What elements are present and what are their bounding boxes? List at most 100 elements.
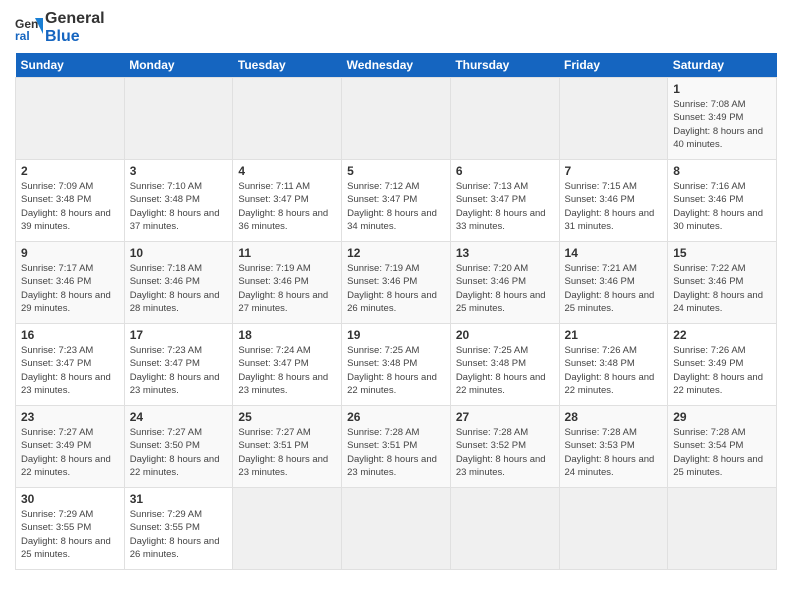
calendar-cell [668,488,777,570]
col-sunday: Sunday [16,53,125,78]
calendar-cell: 18 Sunrise: 7:24 AMSunset: 3:47 PMDayligh… [233,324,342,406]
day-number: 5 [347,164,445,178]
calendar-cell [342,78,451,160]
calendar-cell: 28Sunrise: 7:28 AMSunset: 3:53 PMDayligh… [559,406,668,488]
calendar-cell: 21 Sunrise: 7:26 AMSunset: 3:48 PMDayligh… [559,324,668,406]
day-number: 23 [21,410,119,424]
main-container: Gene ral General Blue Sunday Monday [0,0,792,575]
day-info: Sunrise: 7:28 AMSunset: 3:51 PMDaylight:… [347,426,445,479]
calendar-cell: 13 Sunrise: 7:20 AMSunset: 3:46 PMDayligh… [450,242,559,324]
calendar-cell [233,78,342,160]
calendar-week-2: 2Sunrise: 7:09 AMSunset: 3:48 PMDaylight… [16,160,777,242]
day-info: Sunrise: 7:18 AMSunset: 3:46 PMDaylight:… [130,262,228,315]
calendar-cell: 7 Sunrise: 7:15 AMSunset: 3:46 PMDaylight… [559,160,668,242]
calendar-cell: 20 Sunrise: 7:25 AMSunset: 3:48 PMDayligh… [450,324,559,406]
day-info: Sunrise: 7:19 AMSunset: 3:46 PMDaylight:… [347,262,445,315]
day-number: 18 [238,328,336,342]
day-info: Sunrise: 7:12 AMSunset: 3:47 PMDaylight:… [347,180,445,233]
col-tuesday: Tuesday [233,53,342,78]
calendar-cell: 24Sunrise: 7:27 AMSunset: 3:50 PMDayligh… [124,406,233,488]
day-number: 11 [238,246,336,260]
calendar-week-4: 16 Sunrise: 7:23 AMSunset: 3:47 PMDayligh… [16,324,777,406]
day-number: 4 [238,164,336,178]
day-info: Sunrise: 7:15 AMSunset: 3:46 PMDaylight:… [565,180,663,233]
col-wednesday: Wednesday [342,53,451,78]
day-number: 12 [347,246,445,260]
day-info: Sunrise: 7:28 AMSunset: 3:53 PMDaylight:… [565,426,663,479]
day-info: Sunrise: 7:13 AMSunset: 3:47 PMDaylight:… [456,180,554,233]
calendar-cell [559,488,668,570]
calendar-cell: 1Sunrise: 7:08 AMSunset: 3:49 PMDaylight… [668,78,777,160]
day-number: 13 [456,246,554,260]
calendar-cell: 27 Sunrise: 7:28 AMSunset: 3:52 PMDayligh… [450,406,559,488]
day-number: 26 [347,410,445,424]
day-info: Sunrise: 7:24 AMSunset: 3:47 PMDaylight:… [238,344,336,397]
day-number: 27 [456,410,554,424]
calendar-cell: 22Sunrise: 7:26 AMSunset: 3:49 PMDayligh… [668,324,777,406]
day-info: Sunrise: 7:23 AMSunset: 3:47 PMDaylight:… [130,344,228,397]
day-info: Sunrise: 7:28 AMSunset: 3:52 PMDaylight:… [456,426,554,479]
logo-blue: Blue [45,28,80,45]
calendar-cell: 10 Sunrise: 7:18 AMSunset: 3:46 PMDayligh… [124,242,233,324]
calendar-cell: 16 Sunrise: 7:23 AMSunset: 3:47 PMDayligh… [16,324,125,406]
day-number: 10 [130,246,228,260]
day-number: 31 [130,492,228,506]
day-number: 20 [456,328,554,342]
day-info: Sunrise: 7:16 AMSunset: 3:46 PMDaylight:… [673,180,771,233]
calendar-week-6: 30 Sunrise: 7:29 AMSunset: 3:55 PMDayligh… [16,488,777,570]
day-info: Sunrise: 7:29 AMSunset: 3:55 PMDaylight:… [130,508,228,561]
day-info: Sunrise: 7:20 AMSunset: 3:46 PMDaylight:… [456,262,554,315]
day-number: 7 [565,164,663,178]
day-info: Sunrise: 7:27 AMSunset: 3:49 PMDaylight:… [21,426,119,479]
day-number: 29 [673,410,771,424]
calendar-cell: 17Sunrise: 7:23 AMSunset: 3:47 PMDayligh… [124,324,233,406]
day-number: 19 [347,328,445,342]
day-info: Sunrise: 7:17 AMSunset: 3:46 PMDaylight:… [21,262,119,315]
day-info: Sunrise: 7:10 AMSunset: 3:48 PMDaylight:… [130,180,228,233]
header-row: Sunday Monday Tuesday Wednesday Thursday… [16,53,777,78]
logo: Gene ral General Blue [15,10,105,45]
calendar-cell: 12 Sunrise: 7:19 AMSunset: 3:46 PMDayligh… [342,242,451,324]
calendar-cell: 23 Sunrise: 7:27 AMSunset: 3:49 PMDayligh… [16,406,125,488]
day-info: Sunrise: 7:25 AMSunset: 3:48 PMDaylight:… [456,344,554,397]
calendar-cell: 6Sunrise: 7:13 AMSunset: 3:47 PMDaylight… [450,160,559,242]
day-info: Sunrise: 7:21 AMSunset: 3:46 PMDaylight:… [565,262,663,315]
day-number: 21 [565,328,663,342]
svg-text:ral: ral [15,29,30,42]
day-info: Sunrise: 7:23 AMSunset: 3:47 PMDaylight:… [21,344,119,397]
day-info: Sunrise: 7:19 AMSunset: 3:46 PMDaylight:… [238,262,336,315]
calendar-cell: 25Sunrise: 7:27 AMSunset: 3:51 PMDayligh… [233,406,342,488]
calendar-cell: 9 Sunrise: 7:17 AMSunset: 3:46 PMDaylight… [16,242,125,324]
calendar-cell: 19 Sunrise: 7:25 AMSunset: 3:48 PMDayligh… [342,324,451,406]
calendar-body: 1Sunrise: 7:08 AMSunset: 3:49 PMDaylight… [16,78,777,570]
calendar-cell [450,78,559,160]
day-number: 16 [21,328,119,342]
day-number: 8 [673,164,771,178]
calendar-cell [233,488,342,570]
calendar-cell [342,488,451,570]
day-number: 9 [21,246,119,260]
day-info: Sunrise: 7:27 AMSunset: 3:50 PMDaylight:… [130,426,228,479]
logo-general: General [45,10,105,27]
calendar-week-1: 1Sunrise: 7:08 AMSunset: 3:49 PMDaylight… [16,78,777,160]
calendar-cell: 3Sunrise: 7:10 AMSunset: 3:48 PMDaylight… [124,160,233,242]
calendar-cell: 29 Sunrise: 7:28 AMSunset: 3:54 PMDayligh… [668,406,777,488]
day-number: 30 [21,492,119,506]
header: Gene ral General Blue [15,10,777,45]
calendar-cell: 11 Sunrise: 7:19 AMSunset: 3:46 PMDayligh… [233,242,342,324]
day-number: 2 [21,164,119,178]
day-info: Sunrise: 7:26 AMSunset: 3:49 PMDaylight:… [673,344,771,397]
day-info: Sunrise: 7:11 AMSunset: 3:47 PMDaylight:… [238,180,336,233]
day-info: Sunrise: 7:28 AMSunset: 3:54 PMDaylight:… [673,426,771,479]
calendar-cell: 5 Sunrise: 7:12 AMSunset: 3:47 PMDaylight… [342,160,451,242]
day-info: Sunrise: 7:26 AMSunset: 3:48 PMDaylight:… [565,344,663,397]
calendar-cell: 4 Sunrise: 7:11 AMSunset: 3:47 PMDaylight… [233,160,342,242]
col-saturday: Saturday [668,53,777,78]
col-thursday: Thursday [450,53,559,78]
calendar-table: Sunday Monday Tuesday Wednesday Thursday… [15,53,777,570]
day-info: Sunrise: 7:25 AMSunset: 3:48 PMDaylight:… [347,344,445,397]
calendar-cell [16,78,125,160]
calendar-cell [450,488,559,570]
calendar-cell: 15Sunrise: 7:22 AMSunset: 3:46 PMDayligh… [668,242,777,324]
day-info: Sunrise: 7:22 AMSunset: 3:46 PMDaylight:… [673,262,771,315]
